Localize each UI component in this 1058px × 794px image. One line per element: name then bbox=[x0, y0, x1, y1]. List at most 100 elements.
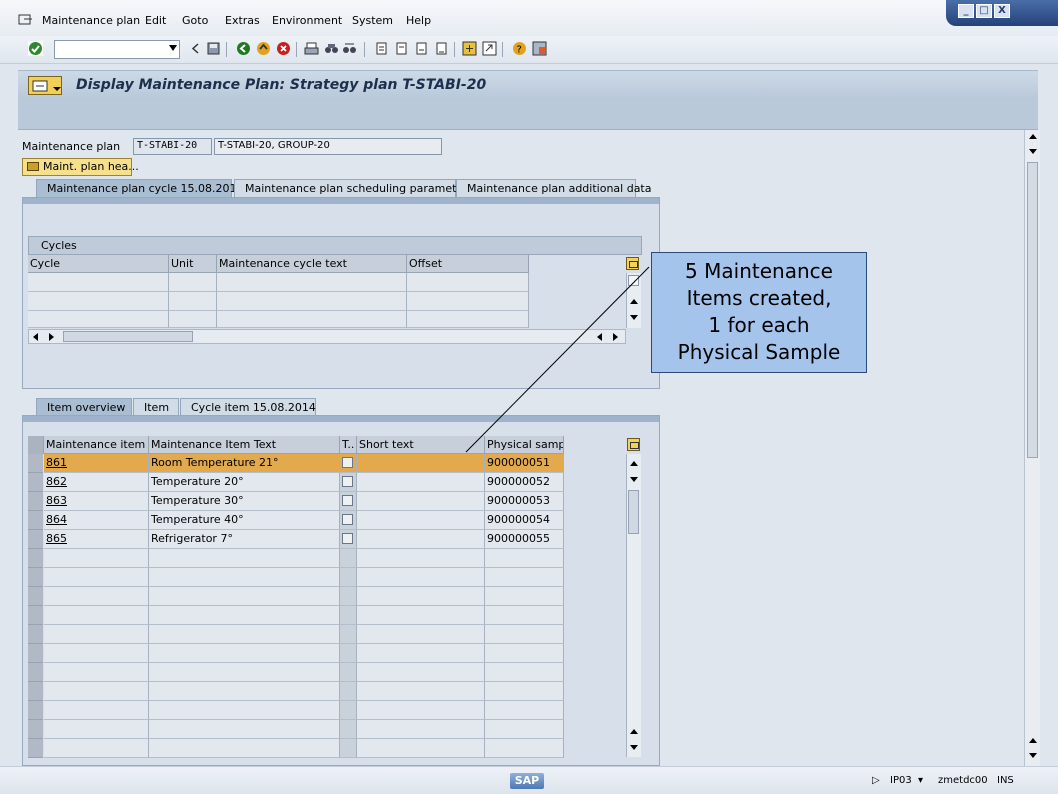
item-cell-text[interactable]: Temperature 20° bbox=[149, 473, 340, 492]
menu-system[interactable]: System bbox=[352, 14, 393, 27]
item-cell-t[interactable] bbox=[340, 625, 357, 644]
item-cell-item[interactable] bbox=[44, 682, 149, 701]
item-cell-sample[interactable]: 900000054 bbox=[485, 511, 564, 530]
item-cell-sample[interactable]: 900000055 bbox=[485, 530, 564, 549]
row-selector[interactable] bbox=[28, 663, 43, 682]
item-cell-t[interactable] bbox=[340, 644, 357, 663]
item-cell-item[interactable]: 864 bbox=[44, 511, 149, 530]
menu-help[interactable]: Help bbox=[406, 14, 431, 27]
display-change-icon[interactable] bbox=[28, 76, 62, 95]
find-icon[interactable] bbox=[324, 41, 339, 56]
exit-icon[interactable] bbox=[256, 41, 271, 56]
item-cell-t[interactable] bbox=[340, 568, 357, 587]
row-selector[interactable] bbox=[28, 587, 43, 606]
row-selector[interactable] bbox=[28, 625, 43, 644]
item-cell-text[interactable] bbox=[149, 663, 340, 682]
row-selector[interactable] bbox=[28, 606, 43, 625]
item-cell-text[interactable] bbox=[149, 587, 340, 606]
item-cell-sample[interactable] bbox=[485, 549, 564, 568]
enter-icon[interactable] bbox=[28, 41, 43, 56]
item-cell-t[interactable] bbox=[340, 606, 357, 625]
scroll-down-icon[interactable] bbox=[630, 745, 638, 750]
item-checkbox[interactable] bbox=[342, 533, 353, 544]
row-selector[interactable] bbox=[28, 530, 43, 549]
last-page-icon[interactable] bbox=[434, 41, 449, 56]
next-page-icon[interactable] bbox=[414, 41, 429, 56]
item-cell-sample[interactable]: 900000052 bbox=[485, 473, 564, 492]
item-cell-short[interactable] bbox=[357, 720, 485, 739]
save-icon[interactable] bbox=[206, 41, 221, 56]
item-cell-t[interactable] bbox=[340, 473, 357, 492]
row-selector[interactable] bbox=[28, 473, 43, 492]
item-cell-short[interactable] bbox=[357, 625, 485, 644]
item-cell-t[interactable] bbox=[340, 682, 357, 701]
row-selector[interactable] bbox=[28, 549, 43, 568]
help-icon[interactable]: ? bbox=[512, 41, 527, 56]
row-selector[interactable] bbox=[28, 492, 43, 511]
item-checkbox[interactable] bbox=[342, 476, 353, 487]
print-icon[interactable] bbox=[304, 41, 319, 56]
row-selector[interactable] bbox=[28, 568, 43, 587]
item-cell-sample[interactable] bbox=[485, 644, 564, 663]
item-cell-item[interactable] bbox=[44, 568, 149, 587]
item-cell-item[interactable] bbox=[44, 644, 149, 663]
minimize-button[interactable]: _ bbox=[958, 4, 974, 18]
back-arrow-icon[interactable] bbox=[188, 41, 203, 56]
chevron-down-icon[interactable]: ▾ bbox=[918, 775, 923, 786]
menu-system-icon[interactable] bbox=[18, 13, 34, 27]
row-selector[interactable] bbox=[28, 701, 43, 720]
item-cell-sample[interactable] bbox=[485, 682, 564, 701]
item-cell-text[interactable] bbox=[149, 606, 340, 625]
item-cell-sample[interactable] bbox=[485, 587, 564, 606]
menu-environment[interactable]: Environment bbox=[272, 14, 342, 27]
back-icon[interactable] bbox=[236, 41, 251, 56]
command-field[interactable] bbox=[54, 40, 180, 59]
item-cell-t[interactable] bbox=[340, 701, 357, 720]
item-cell-short[interactable] bbox=[357, 530, 485, 549]
item-cell-short[interactable] bbox=[357, 682, 485, 701]
shortcut-icon[interactable] bbox=[482, 41, 497, 56]
scroll-thumb[interactable] bbox=[628, 490, 639, 534]
item-cell-short[interactable] bbox=[357, 549, 485, 568]
screen-vertical-scrollbar[interactable] bbox=[1024, 130, 1040, 766]
row-selector[interactable] bbox=[28, 720, 43, 739]
scroll-up-icon[interactable] bbox=[1029, 134, 1037, 139]
status-mode[interactable]: INS bbox=[997, 775, 1014, 786]
item-cell-item[interactable] bbox=[44, 701, 149, 720]
first-page-icon[interactable] bbox=[374, 41, 389, 56]
item-cell-t[interactable] bbox=[340, 739, 357, 758]
scroll-thumb[interactable] bbox=[1027, 162, 1038, 458]
item-checkbox[interactable] bbox=[342, 514, 353, 525]
menu-goto[interactable]: Goto bbox=[182, 14, 208, 27]
item-cell-sample[interactable] bbox=[485, 663, 564, 682]
item-cell-item[interactable] bbox=[44, 549, 149, 568]
close-button[interactable]: X bbox=[994, 4, 1010, 18]
new-session-icon[interactable] bbox=[462, 41, 477, 56]
item-cell-item[interactable]: 862 bbox=[44, 473, 149, 492]
layout-menu-icon[interactable] bbox=[532, 41, 547, 56]
item-cell-item[interactable] bbox=[44, 606, 149, 625]
item-cell-t[interactable] bbox=[340, 663, 357, 682]
item-cell-text[interactable] bbox=[149, 568, 340, 587]
item-checkbox[interactable] bbox=[342, 495, 353, 506]
item-cell-t[interactable] bbox=[340, 530, 357, 549]
row-selector[interactable] bbox=[28, 739, 43, 758]
item-cell-short[interactable] bbox=[357, 606, 485, 625]
item-cell-short[interactable] bbox=[357, 587, 485, 606]
scroll-down-icon[interactable] bbox=[1029, 753, 1037, 758]
item-cell-sample[interactable] bbox=[485, 568, 564, 587]
item-cell-short[interactable] bbox=[357, 492, 485, 511]
item-cell-text[interactable]: Temperature 30° bbox=[149, 492, 340, 511]
item-cell-item[interactable] bbox=[44, 720, 149, 739]
scroll-down-icon[interactable] bbox=[630, 477, 638, 482]
menu-edit[interactable]: Edit bbox=[145, 14, 166, 27]
item-cell-short[interactable] bbox=[357, 663, 485, 682]
item-cell-text[interactable] bbox=[149, 682, 340, 701]
item-cell-short[interactable] bbox=[357, 644, 485, 663]
cancel-icon[interactable] bbox=[276, 41, 291, 56]
item-cell-text[interactable]: Refrigerator 7° bbox=[149, 530, 340, 549]
item-cell-short[interactable] bbox=[357, 701, 485, 720]
item-cell-short[interactable] bbox=[357, 473, 485, 492]
item-cell-item[interactable] bbox=[44, 739, 149, 758]
item-cell-item[interactable] bbox=[44, 663, 149, 682]
